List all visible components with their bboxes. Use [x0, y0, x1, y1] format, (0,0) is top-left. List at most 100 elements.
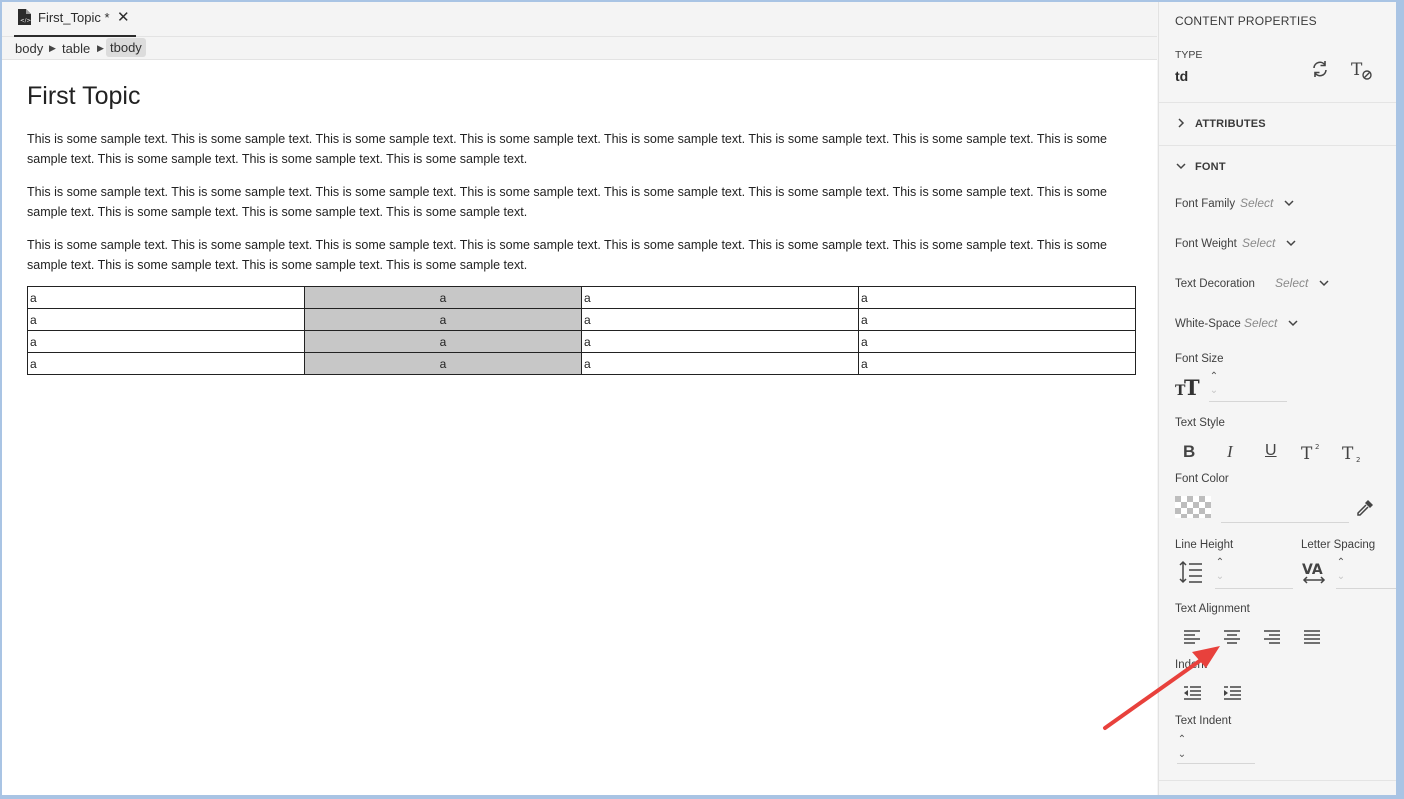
- table-cell[interactable]: a: [581, 308, 859, 331]
- table-cell[interactable]: a: [858, 286, 1136, 309]
- subscript-icon[interactable]: T 2: [1342, 442, 1364, 464]
- font-color-input[interactable]: [1221, 522, 1349, 523]
- text-indent-input[interactable]: [1177, 763, 1255, 764]
- letter-spacing-icon: VA: [1302, 562, 1326, 584]
- svg-text:T: T: [1301, 444, 1313, 462]
- line-height-label: Line Height: [1175, 539, 1234, 551]
- underline-icon[interactable]: U: [1265, 442, 1277, 460]
- table-body[interactable]: a a a a a a a a a a a a a a a a: [27, 286, 1136, 375]
- table-cell[interactable]: a: [27, 286, 305, 309]
- font-family-select[interactable]: Select: [1240, 196, 1273, 210]
- table-cell-selected[interactable]: a: [304, 286, 582, 309]
- chevron-down-icon[interactable]: [1285, 237, 1297, 249]
- transparent-swatch-icon[interactable]: [1175, 496, 1211, 518]
- font-size-input[interactable]: [1209, 401, 1287, 402]
- font-weight-select[interactable]: Select: [1242, 236, 1275, 250]
- breadcrumb-body[interactable]: body: [15, 41, 43, 56]
- tab-label: First_Topic *: [38, 10, 110, 25]
- table-row: a a a a: [27, 286, 1136, 309]
- breadcrumb-separator: ▶: [49, 43, 56, 53]
- svg-text:2: 2: [1356, 456, 1360, 464]
- chevron-down-icon[interactable]: [1287, 317, 1299, 329]
- font-color-label: Font Color: [1175, 473, 1229, 485]
- line-height-input[interactable]: [1215, 588, 1293, 589]
- table-row: a a a a: [27, 330, 1136, 353]
- table-row: a a a a: [27, 308, 1136, 331]
- document-body[interactable]: First Topic This is some sample text. Th…: [27, 60, 1137, 275]
- paragraph[interactable]: This is some sample text. This is some s…: [27, 182, 1125, 222]
- tab-first-topic[interactable]: </> First_Topic * ✕: [14, 2, 136, 37]
- letter-spacing-increment[interactable]: ⌃: [1336, 558, 1346, 568]
- eyedropper-icon[interactable]: [1355, 498, 1375, 518]
- letter-spacing-decrement[interactable]: ⌄: [1336, 572, 1346, 582]
- text-indent-increment[interactable]: ⌃: [1177, 735, 1187, 745]
- text-indent-label: Text Indent: [1175, 715, 1232, 727]
- paragraph[interactable]: This is some sample text. This is some s…: [27, 235, 1125, 275]
- table-cell-selected[interactable]: a: [304, 352, 582, 375]
- superscript-icon[interactable]: T 2: [1301, 442, 1323, 462]
- text-alignment-label: Text Alignment: [1175, 603, 1250, 615]
- divider: [1159, 145, 1396, 146]
- refresh-icon[interactable]: [1311, 60, 1329, 78]
- breadcrumb-separator: ▶: [97, 43, 104, 53]
- font-section-toggle[interactable]: FONT: [1195, 161, 1226, 173]
- table-cell[interactable]: a: [27, 352, 305, 375]
- italic-icon[interactable]: I: [1227, 442, 1233, 462]
- table-cell[interactable]: a: [581, 330, 859, 353]
- align-center-icon[interactable]: [1223, 629, 1241, 645]
- breadcrumb-tbody[interactable]: tbody: [106, 38, 146, 57]
- tab-bar: </> First_Topic * ✕: [2, 2, 1157, 37]
- text-style-label: Text Style: [1175, 417, 1225, 429]
- breadcrumb: body ▶ table ▶ tbody: [2, 37, 1157, 60]
- paragraph[interactable]: This is some sample text. This is some s…: [27, 129, 1125, 169]
- close-icon[interactable]: ✕: [117, 8, 130, 26]
- table-cell[interactable]: a: [581, 286, 859, 309]
- table-cell[interactable]: a: [858, 308, 1136, 331]
- table-cell-selected[interactable]: a: [304, 330, 582, 353]
- line-height-decrement[interactable]: ⌄: [1215, 572, 1225, 582]
- text-decoration-label: Text Decoration: [1175, 278, 1255, 290]
- font-size-decrement[interactable]: ⌄: [1209, 386, 1219, 396]
- chevron-right-icon[interactable]: [1175, 117, 1187, 129]
- indent-icon[interactable]: [1222, 685, 1242, 701]
- chevron-down-icon[interactable]: [1283, 197, 1295, 209]
- indent-label: Indent: [1175, 659, 1207, 671]
- panel-heading: CONTENT PROPERTIES: [1175, 14, 1317, 28]
- content-table[interactable]: a a a a a a a a a a a a a a a a: [27, 286, 1136, 375]
- table-cell-selected[interactable]: a: [304, 308, 582, 331]
- chevron-down-icon[interactable]: [1175, 160, 1187, 172]
- type-label: TYPE: [1175, 49, 1203, 61]
- line-height-icon: [1179, 560, 1202, 584]
- bold-icon[interactable]: B: [1183, 442, 1195, 462]
- white-space-select[interactable]: Select: [1244, 316, 1277, 330]
- content-properties-panel: CONTENT PROPERTIES TYPE td T ATTRIBUTES …: [1158, 2, 1396, 795]
- text-indent-decrement[interactable]: ⌄: [1177, 750, 1187, 760]
- align-right-icon[interactable]: [1263, 629, 1281, 645]
- align-left-icon[interactable]: [1183, 629, 1201, 645]
- align-justify-icon[interactable]: [1303, 629, 1321, 645]
- outdent-icon[interactable]: [1182, 685, 1202, 701]
- svg-text:T: T: [1184, 375, 1200, 397]
- font-size-increment[interactable]: ⌃: [1209, 372, 1219, 382]
- attributes-toggle[interactable]: ATTRIBUTES: [1195, 118, 1266, 130]
- topic-title[interactable]: First Topic: [27, 82, 1137, 110]
- letter-spacing-input[interactable]: [1336, 588, 1396, 589]
- text-decoration-select[interactable]: Select: [1275, 276, 1308, 290]
- table-cell[interactable]: a: [581, 352, 859, 375]
- table-cell[interactable]: a: [858, 330, 1136, 353]
- clear-format-icon[interactable]: T: [1351, 59, 1375, 81]
- divider: [1159, 780, 1396, 781]
- chevron-down-icon[interactable]: [1318, 277, 1330, 289]
- breadcrumb-table[interactable]: table: [62, 41, 90, 56]
- type-value: td: [1175, 68, 1189, 84]
- divider: [1159, 102, 1396, 103]
- table-row: a a a a: [27, 352, 1136, 375]
- table-cell[interactable]: a: [27, 308, 305, 331]
- table-cell[interactable]: a: [27, 330, 305, 353]
- table-cell[interactable]: a: [858, 352, 1136, 375]
- line-height-increment[interactable]: ⌃: [1215, 558, 1225, 568]
- svg-text:T: T: [1342, 444, 1354, 464]
- font-family-label: Font Family: [1175, 198, 1236, 210]
- white-space-label: White-Space: [1175, 318, 1241, 330]
- font-weight-label: Font Weight: [1175, 238, 1237, 250]
